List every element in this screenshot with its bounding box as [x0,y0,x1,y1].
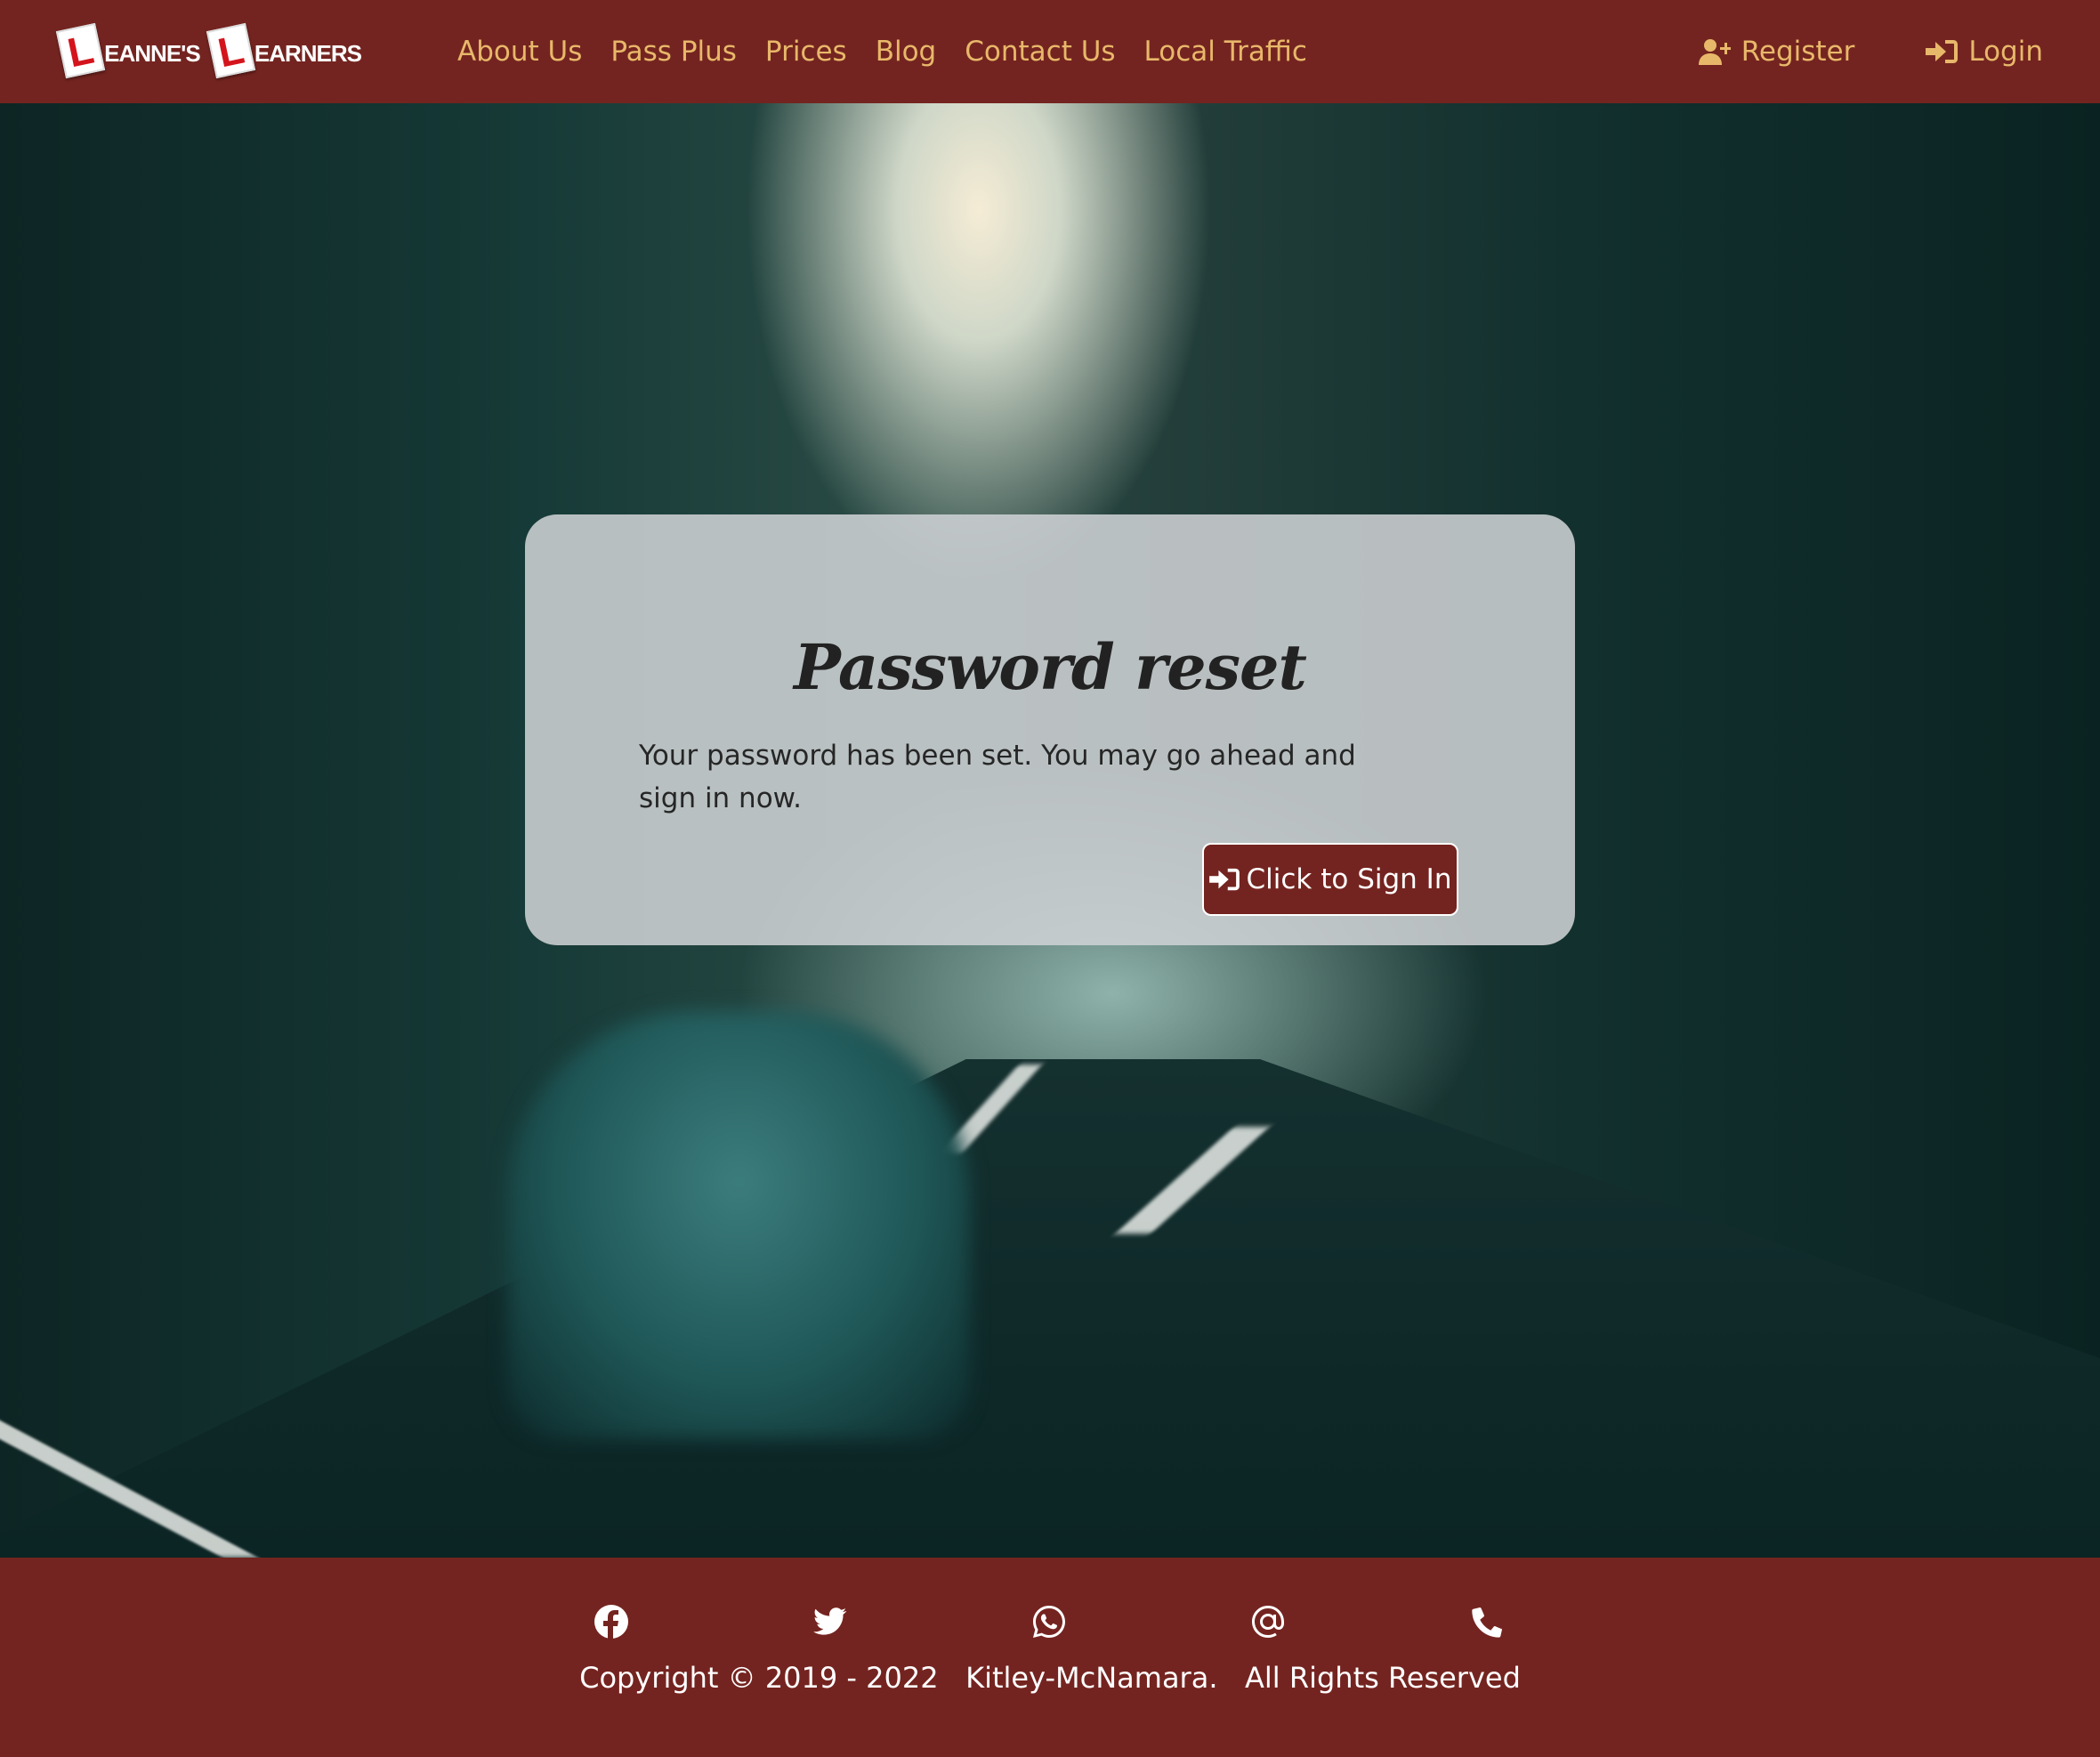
user-plus-icon [1698,37,1731,66]
card-title: Password reset [794,630,1307,704]
login-label: Login [1968,36,2043,68]
road-image [0,1059,2100,1558]
nav-local-traffic[interactable]: Local Traffic [1144,36,1307,68]
nav-pass-plus[interactable]: Pass Plus [610,36,737,68]
l-plate-icon: L [206,22,255,79]
sign-in-icon [1208,868,1240,891]
phone-icon[interactable] [1469,1604,1505,1640]
whatsapp-icon[interactable] [1031,1604,1067,1640]
l-plate-icon: L [55,22,106,79]
brand-name-first: EANNE'S [104,39,201,67]
nav-blog[interactable]: Blog [876,36,937,68]
social-links [594,1604,1505,1640]
main-nav: About Us Pass Plus Prices Blog Contact U… [457,0,1336,103]
twitter-icon[interactable] [812,1604,848,1640]
navbar: L EANNE'S L EARNERS About Us Pass Plus P… [0,0,2100,103]
sign-in-button[interactable]: Click to Sign In [1202,843,1458,916]
login-link[interactable]: Login [1926,36,2043,68]
register-link[interactable]: Register [1698,36,1855,68]
nav-contact-us[interactable]: Contact Us [965,36,1115,68]
nav-prices[interactable]: Prices [765,36,847,68]
nav-about-us[interactable]: About Us [457,36,582,68]
at-icon[interactable] [1250,1604,1286,1640]
copyright-text: Copyright © 2019 - 2022 Kitley-McNamara.… [579,1661,1521,1695]
sign-in-label: Click to Sign In [1246,863,1452,895]
card-message: Your password has been set. You may go a… [639,740,1356,814]
brand-name-second: EARNERS [254,39,362,67]
facebook-icon[interactable] [594,1604,629,1640]
account-nav: Register Login [1628,0,2043,103]
car-image [507,1011,970,1438]
brand-logo[interactable]: L EANNE'S L EARNERS [55,20,372,82]
sign-in-icon [1926,37,1959,66]
footer: Copyright © 2019 - 2022 Kitley-McNamara.… [0,1558,2100,1757]
register-label: Register [1741,36,1855,68]
password-reset-card: Password reset Your password has been se… [525,514,1575,945]
